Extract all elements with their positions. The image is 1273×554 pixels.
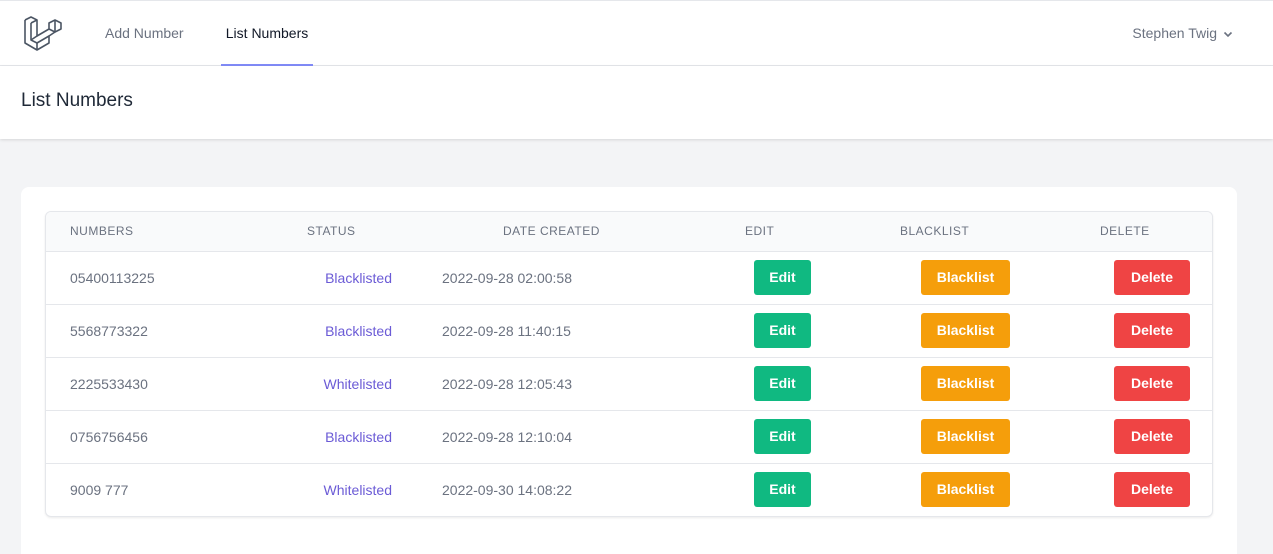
delete-button[interactable]: Delete: [1114, 419, 1190, 454]
delete-button[interactable]: Delete: [1114, 472, 1190, 507]
date-cell: 2022-09-28 12:05:43: [442, 376, 572, 392]
user-menu[interactable]: Stephen Twig: [1132, 1, 1233, 66]
edit-button[interactable]: Edit: [754, 419, 811, 454]
date-cell: 2022-09-30 14:08:22: [442, 482, 572, 498]
column-header-delete: DELETE: [1100, 224, 1150, 238]
date-cell: 2022-09-28 11:40:15: [442, 323, 571, 339]
nav-add-number[interactable]: Add Number: [105, 1, 184, 66]
number-cell: 0756756456: [70, 429, 148, 445]
table-header: NUMBERS STATUS DATE CREATED EDIT BLACKLI…: [46, 212, 1212, 252]
number-cell: 2225533430: [70, 376, 148, 392]
number-cell: 05400113225: [70, 270, 155, 286]
table-row: 05400113225 Blacklisted 2022-09-28 02:00…: [46, 252, 1212, 305]
table-row: 0756756456 Blacklisted 2022-09-28 12:10:…: [46, 411, 1212, 464]
status-cell: Whitelisted: [323, 376, 392, 392]
nav-list-numbers[interactable]: List Numbers: [221, 1, 313, 66]
chevron-down-icon: [1223, 31, 1233, 37]
edit-button[interactable]: Edit: [754, 366, 811, 401]
laravel-logo-icon[interactable]: [22, 14, 62, 54]
column-header-date-created: DATE CREATED: [503, 224, 600, 238]
number-cell: 9009 777: [70, 482, 129, 498]
column-header-numbers: NUMBERS: [70, 224, 134, 238]
page-title: List Numbers: [21, 90, 133, 111]
delete-button[interactable]: Delete: [1114, 313, 1190, 348]
date-cell: 2022-09-28 12:10:04: [442, 429, 572, 445]
table-row: 9009 777 Whitelisted 2022-09-30 14:08:22…: [46, 464, 1212, 516]
edit-button[interactable]: Edit: [754, 313, 811, 348]
table-row: 5568773322 Blacklisted 2022-09-28 11:40:…: [46, 305, 1212, 358]
top-navigation: Add Number List Numbers Stephen Twig: [0, 0, 1273, 66]
edit-button[interactable]: Edit: [754, 472, 811, 507]
blacklist-button[interactable]: Blacklist: [921, 419, 1010, 454]
column-header-edit: EDIT: [745, 224, 775, 238]
content-card: NUMBERS STATUS DATE CREATED EDIT BLACKLI…: [21, 187, 1237, 554]
blacklist-button[interactable]: Blacklist: [921, 472, 1010, 507]
delete-button[interactable]: Delete: [1114, 366, 1190, 401]
blacklist-button[interactable]: Blacklist: [921, 313, 1010, 348]
user-name: Stephen Twig: [1132, 25, 1217, 41]
status-cell: Blacklisted: [325, 270, 392, 286]
edit-button[interactable]: Edit: [754, 260, 811, 295]
status-cell: Blacklisted: [325, 429, 392, 445]
column-header-status: STATUS: [307, 224, 356, 238]
date-cell: 2022-09-28 02:00:58: [442, 270, 572, 286]
number-cell: 5568773322: [70, 323, 148, 339]
delete-button[interactable]: Delete: [1114, 260, 1190, 295]
status-cell: Blacklisted: [325, 323, 392, 339]
blacklist-button[interactable]: Blacklist: [921, 260, 1010, 295]
status-cell: Whitelisted: [323, 482, 392, 498]
table-row: 2225533430 Whitelisted 2022-09-28 12:05:…: [46, 358, 1212, 411]
page-header: List Numbers: [0, 66, 1273, 139]
numbers-table: NUMBERS STATUS DATE CREATED EDIT BLACKLI…: [45, 211, 1213, 517]
blacklist-button[interactable]: Blacklist: [921, 366, 1010, 401]
column-header-blacklist: BLACKLIST: [900, 224, 970, 238]
